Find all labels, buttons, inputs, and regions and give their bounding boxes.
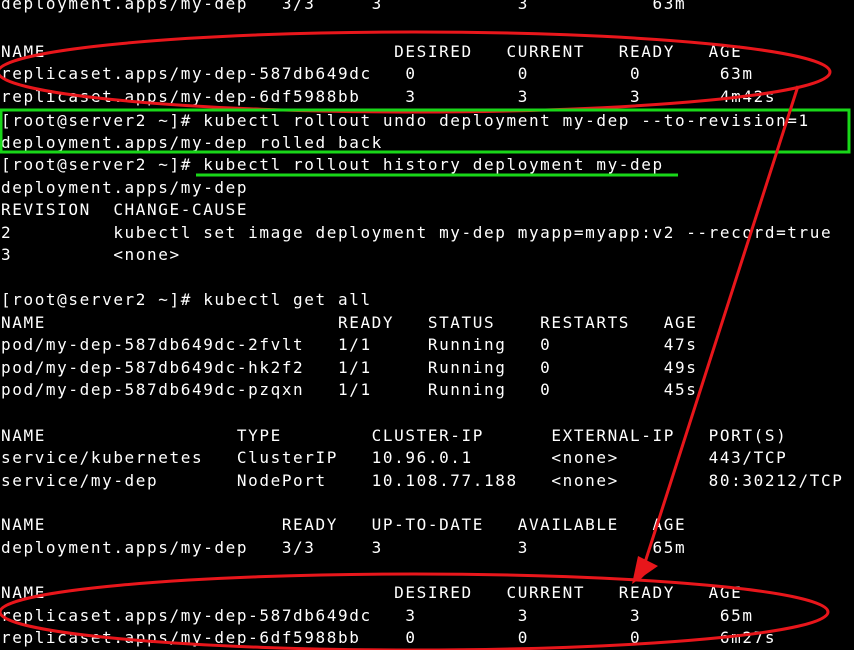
terminal-line: deployment.apps/my-dep 3/3 3 3 63m: [1, 0, 687, 13]
terminal-line: pod/my-dep-587db649dc-2fvlt 1/1 Running …: [1, 335, 698, 354]
terminal-line: NAME DESIRED CURRENT READY AGE: [1, 583, 743, 602]
terminal-line: NAME READY UP-TO-DATE AVAILABLE AGE: [1, 515, 687, 534]
terminal-line: replicaset.apps/my-dep-6df5988bb 3 3 3 4…: [1, 87, 777, 106]
terminal-line: REVISION CHANGE-CAUSE: [1, 200, 249, 219]
terminal-line: replicaset.apps/my-dep-587db649dc 0 0 0 …: [1, 64, 754, 83]
terminal-line: deployment.apps/my-dep 3/3 3 3 65m: [1, 538, 687, 557]
terminal-line: 3 <none>: [1, 245, 181, 264]
terminal-line: deployment.apps/my-dep rolled back: [1, 133, 383, 152]
terminal-line: [root@server2 ~]# kubectl get all: [1, 290, 372, 309]
terminal-line: replicaset.apps/my-dep-6df5988bb 0 0 0 6…: [1, 628, 777, 647]
terminal-window[interactable]: deployment.apps/my-dep 3/3 3 3 63m NAME …: [0, 0, 854, 650]
terminal-line: [root@server2 ~]# kubectl rollout undo d…: [1, 111, 810, 130]
terminal-line: [root@server2 ~]# kubectl rollout histor…: [1, 155, 664, 174]
terminal-line: NAME READY STATUS RESTARTS AGE: [1, 313, 698, 332]
terminal-line: service/kubernetes ClusterIP 10.96.0.1 <…: [1, 448, 788, 467]
terminal-line: NAME DESIRED CURRENT READY AGE: [1, 42, 743, 61]
terminal-line: replicaset.apps/my-dep-587db649dc 3 3 3 …: [1, 606, 754, 625]
terminal-line: 2 kubectl set image deployment my-dep my…: [1, 223, 833, 242]
terminal-line: pod/my-dep-587db649dc-hk2f2 1/1 Running …: [1, 358, 698, 377]
terminal-line: NAME TYPE CLUSTER-IP EXTERNAL-IP PORT(S): [1, 426, 788, 445]
terminal-line: pod/my-dep-587db649dc-pzqxn 1/1 Running …: [1, 380, 698, 399]
terminal-line: service/my-dep NodePort 10.108.77.188 <n…: [1, 471, 844, 490]
terminal-line: deployment.apps/my-dep: [1, 178, 249, 197]
